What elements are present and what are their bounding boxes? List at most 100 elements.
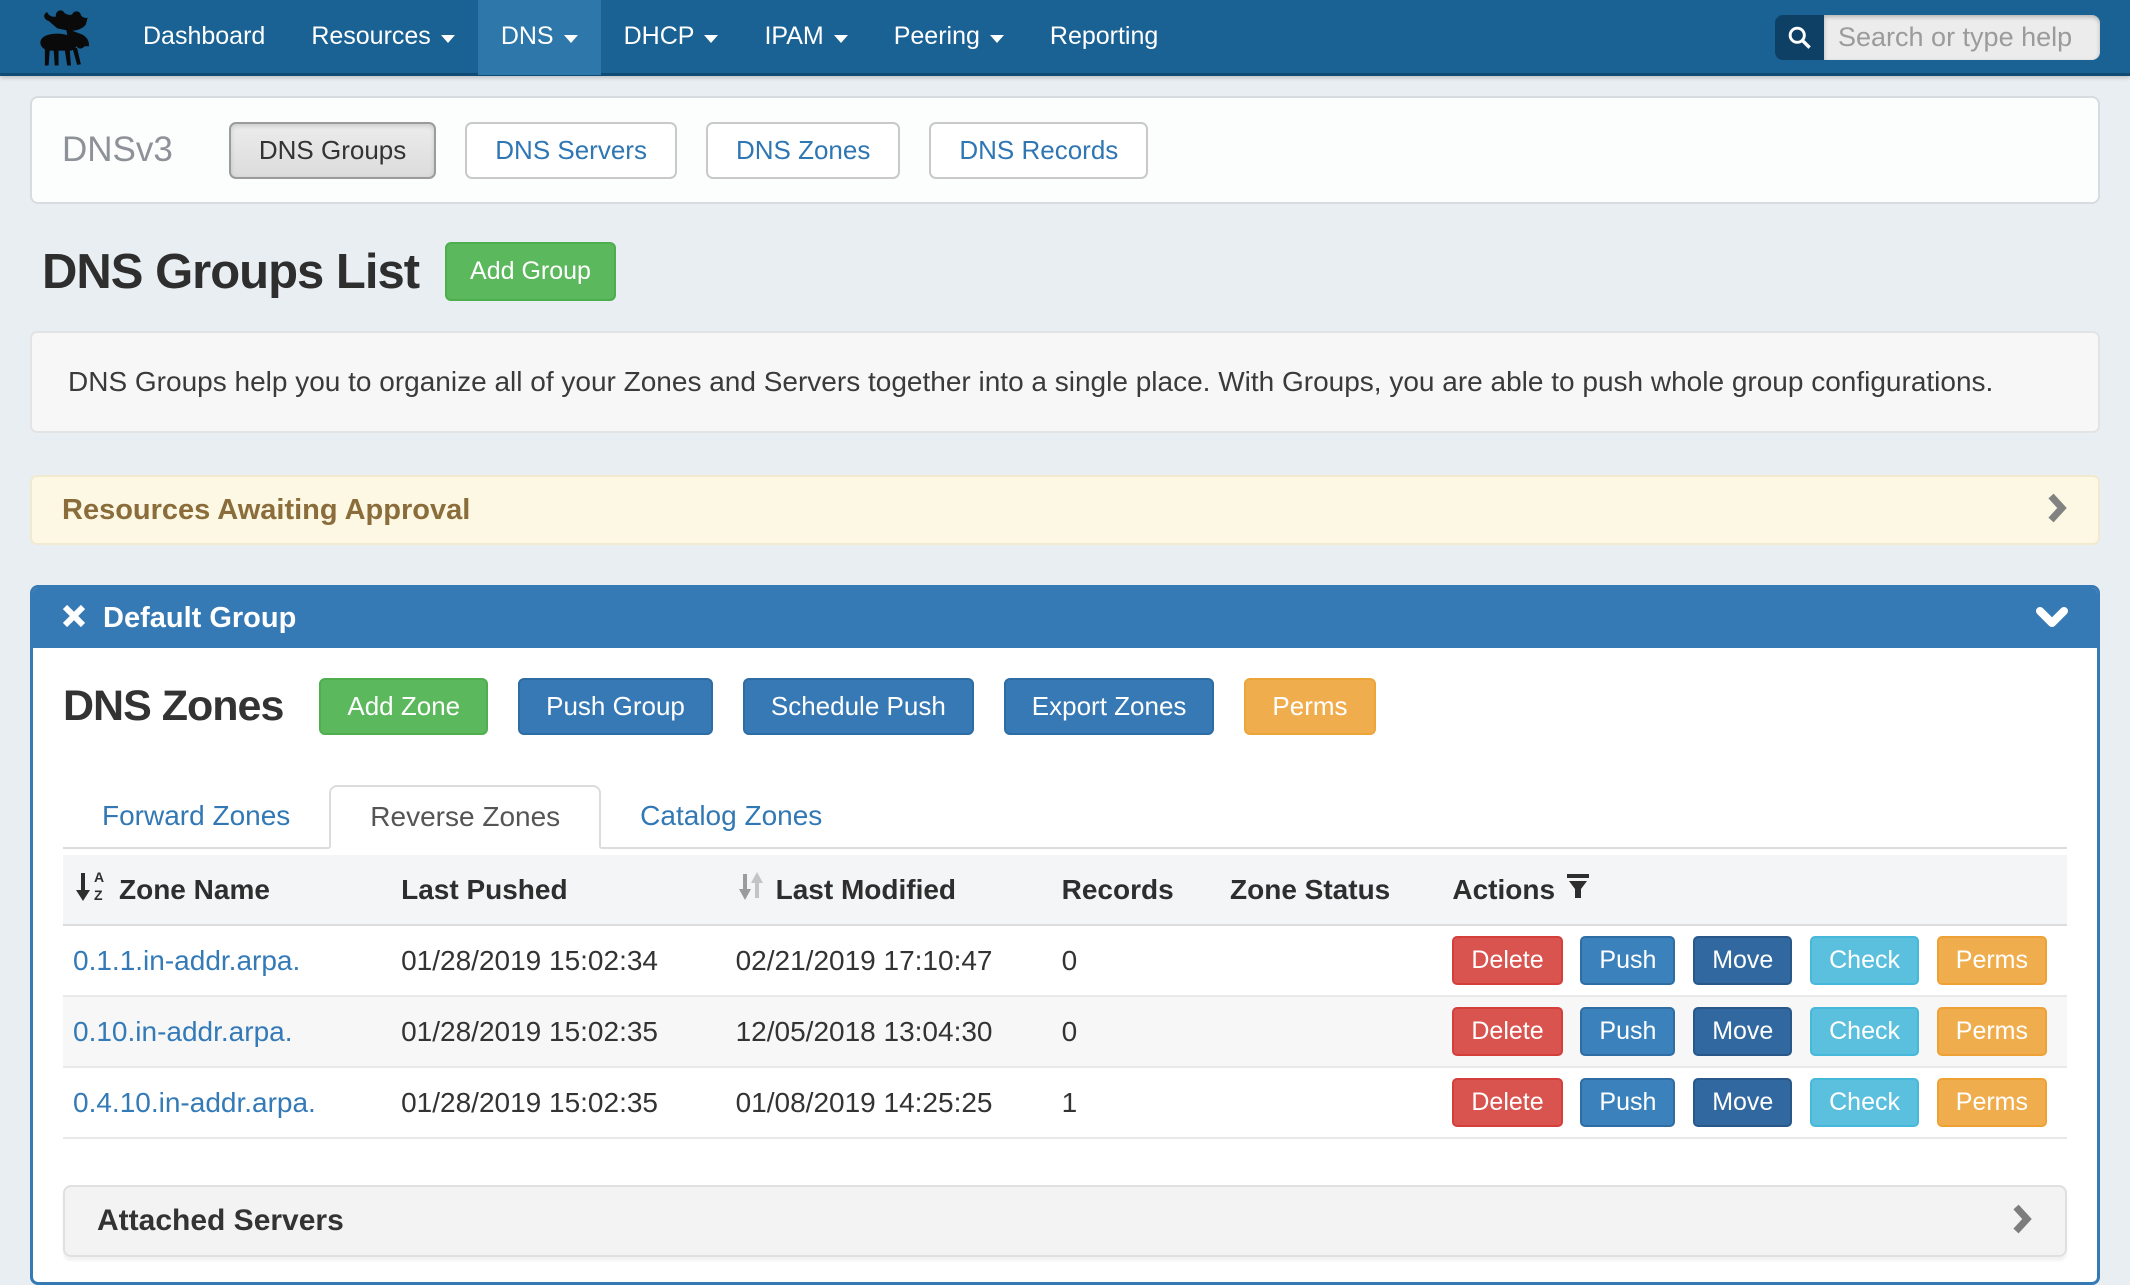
perms-button[interactable]: Perms xyxy=(1937,1078,2047,1127)
dns-zones-heading: DNS Zones xyxy=(63,682,283,731)
last-pushed-cell: 01/28/2019 15:02:35 xyxy=(391,1067,726,1138)
subnav-button-label: DNS Groups xyxy=(259,135,406,166)
nav-label: Peering xyxy=(894,22,980,51)
svg-text:Z: Z xyxy=(94,887,103,903)
default-group-panel: Default Group DNS Zones Add Zone Push Gr… xyxy=(30,585,2100,1285)
subnav-button-dns-groups[interactable]: DNS Groups xyxy=(229,122,436,179)
column-header-zone-name[interactable]: A Z Zone Name xyxy=(63,855,391,925)
column-header-zone-status[interactable]: Zone Status xyxy=(1220,855,1442,925)
nav-label: DNS xyxy=(501,22,554,51)
export-zones-button[interactable]: Export Zones xyxy=(1004,678,1215,735)
x-icon[interactable] xyxy=(61,603,87,634)
button-label: Schedule Push xyxy=(771,691,946,722)
push-button[interactable]: Push xyxy=(1580,936,1675,985)
last-modified-cell: 01/08/2019 14:25:25 xyxy=(726,1067,1052,1138)
subnav-button-dns-records[interactable]: DNS Records xyxy=(929,122,1148,179)
delete-button[interactable]: Delete xyxy=(1452,936,1562,985)
search-input[interactable] xyxy=(1824,15,2100,60)
zone-name-link[interactable]: 0.10.in-addr.arpa. xyxy=(73,1016,293,1047)
add-group-button[interactable]: Add Group xyxy=(445,242,616,301)
column-label: Actions xyxy=(1452,874,1555,906)
nav-label: DHCP xyxy=(624,22,695,51)
global-search xyxy=(1775,15,2100,60)
nav-item-peering[interactable]: Peering xyxy=(871,0,1027,75)
tab-forward-zones[interactable]: Forward Zones xyxy=(63,785,329,847)
nav-label: Resources xyxy=(311,22,431,51)
column-header-actions[interactable]: Actions xyxy=(1442,855,2067,925)
svg-text:A: A xyxy=(94,869,104,885)
nav-item-ipam[interactable]: IPAM xyxy=(741,0,870,75)
zone-status-cell xyxy=(1220,925,1442,996)
perms-button[interactable]: Perms xyxy=(1937,1007,2047,1056)
column-label: Records xyxy=(1062,874,1174,905)
zone-name-link[interactable]: 0.4.10.in-addr.arpa. xyxy=(73,1087,316,1118)
add-zone-button[interactable]: Add Zone xyxy=(319,678,488,735)
nav-item-dhcp[interactable]: DHCP xyxy=(601,0,742,75)
attached-servers-bar[interactable]: Attached Servers xyxy=(63,1185,2067,1257)
nav-label: IPAM xyxy=(764,22,823,51)
last-pushed-cell: 01/28/2019 15:02:35 xyxy=(391,996,726,1067)
description-panel: DNS Groups help you to organize all of y… xyxy=(30,331,2100,433)
table-row: 0.10.in-addr.arpa. 01/28/2019 15:02:35 1… xyxy=(63,996,2067,1067)
push-button[interactable]: Push xyxy=(1580,1007,1675,1056)
subnav-button-dns-servers[interactable]: DNS Servers xyxy=(465,122,677,179)
default-group-header[interactable]: Default Group xyxy=(33,588,2097,648)
last-modified-cell: 02/21/2019 17:10:47 xyxy=(726,925,1052,996)
tab-reverse-zones[interactable]: Reverse Zones xyxy=(329,785,601,849)
tab-label: Forward Zones xyxy=(102,800,290,832)
schedule-push-button[interactable]: Schedule Push xyxy=(743,678,974,735)
nav-item-dns[interactable]: DNS xyxy=(478,0,601,75)
subnav-button-dns-zones[interactable]: DNS Zones xyxy=(706,122,900,179)
move-button[interactable]: Move xyxy=(1693,936,1792,985)
actions-cell: Delete Push Move Check Perms xyxy=(1442,925,2067,996)
button-label: Push Group xyxy=(546,691,685,722)
nav-item-resources[interactable]: Resources xyxy=(288,0,478,75)
tab-catalog-zones[interactable]: Catalog Zones xyxy=(601,785,861,847)
page-heading-row: DNS Groups List Add Group xyxy=(42,242,2130,301)
zone-tabs: Forward Zones Reverse Zones Catalog Zone… xyxy=(63,785,2067,849)
subnav-button-label: DNS Records xyxy=(959,135,1118,166)
perms-button[interactable]: Perms xyxy=(1244,678,1375,735)
tab-label: Reverse Zones xyxy=(370,801,560,833)
chevron-right-icon xyxy=(2011,1202,2033,1241)
button-label: Export Zones xyxy=(1032,691,1187,722)
chevron-down-icon[interactable] xyxy=(2035,606,2069,630)
dnsv3-label: DNSv3 xyxy=(62,130,173,170)
caret-down-icon xyxy=(990,35,1004,43)
check-button[interactable]: Check xyxy=(1810,1007,1919,1056)
column-header-records[interactable]: Records xyxy=(1052,855,1220,925)
check-button[interactable]: Check xyxy=(1810,936,1919,985)
column-header-last-pushed[interactable]: Last Pushed xyxy=(391,855,726,925)
push-group-button[interactable]: Push Group xyxy=(518,678,713,735)
check-button[interactable]: Check xyxy=(1810,1078,1919,1127)
nav-item-dashboard[interactable]: Dashboard xyxy=(120,0,288,75)
tab-label: Catalog Zones xyxy=(640,800,822,832)
sort-alpha-asc-icon[interactable]: A Z xyxy=(73,869,109,910)
caret-down-icon xyxy=(704,35,718,43)
move-button[interactable]: Move xyxy=(1693,1078,1792,1127)
column-header-last-modified[interactable]: Last Modified xyxy=(726,855,1052,925)
table-row: 0.1.1.in-addr.arpa. 01/28/2019 15:02:34 … xyxy=(63,925,2067,996)
sort-both-icon[interactable] xyxy=(736,870,766,909)
delete-button[interactable]: Delete xyxy=(1452,1078,1562,1127)
table-header-row: A Z Zone Name Last Pushed xyxy=(63,855,2067,925)
records-cell: 0 xyxy=(1052,996,1220,1067)
main-nav: Dashboard Resources DNS DHCP IPAM Peerin… xyxy=(120,0,1181,75)
resources-awaiting-approval-bar[interactable]: Resources Awaiting Approval xyxy=(30,475,2100,545)
dnsv3-subnav: DNSv3 DNS Groups DNS Servers DNS Zones D… xyxy=(30,96,2100,204)
filter-funnel-icon[interactable] xyxy=(1565,872,1591,907)
default-group-body: DNS Zones Add Zone Push Group Schedule P… xyxy=(33,648,2097,1257)
moose-logo-icon[interactable] xyxy=(30,7,92,67)
subnav-button-label: DNS Servers xyxy=(495,135,647,166)
nav-item-reporting[interactable]: Reporting xyxy=(1027,0,1181,75)
caret-down-icon xyxy=(441,35,455,43)
search-icon[interactable] xyxy=(1775,15,1824,60)
zone-name-link[interactable]: 0.1.1.in-addr.arpa. xyxy=(73,945,300,976)
column-label: Zone Name xyxy=(119,874,270,906)
move-button[interactable]: Move xyxy=(1693,1007,1792,1056)
page-title: DNS Groups List xyxy=(42,244,419,300)
delete-button[interactable]: Delete xyxy=(1452,1007,1562,1056)
dns-zones-toolbar: DNS Zones Add Zone Push Group Schedule P… xyxy=(63,678,2067,735)
perms-button[interactable]: Perms xyxy=(1937,936,2047,985)
push-button[interactable]: Push xyxy=(1580,1078,1675,1127)
